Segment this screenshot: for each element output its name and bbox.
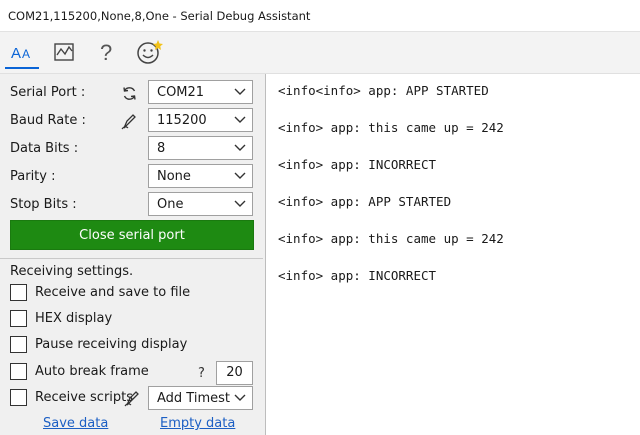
chevron-down-icon [234, 394, 246, 401]
save-to-file-option: Receive and save to file [10, 283, 260, 305]
parity-row: Parity : None [0, 164, 263, 190]
pause-display-checkbox[interactable] [10, 336, 27, 353]
settings-panel: Serial Port : COM21 Baud Rate : 115200 D… [0, 74, 263, 435]
script-select[interactable]: Add Timest [148, 386, 253, 410]
chevron-down-icon [234, 116, 246, 123]
parity-select[interactable]: None [148, 164, 253, 188]
pen-icon[interactable] [124, 390, 141, 407]
auto-break-label: Auto break frame [35, 364, 149, 379]
output-line: <info> app: this came up = 242 [278, 231, 504, 246]
smiley-icon [137, 40, 163, 64]
output-line: <info> app: this came up = 242 [278, 120, 504, 135]
hex-display-checkbox[interactable] [10, 310, 27, 327]
svg-text:?: ? [100, 40, 112, 64]
baud-rate-value: 115200 [157, 113, 207, 128]
serial-port-select[interactable]: COM21 [148, 80, 253, 104]
break-frame-input[interactable]: 20 [216, 361, 253, 385]
hex-display-option: HEX display [10, 309, 260, 331]
auto-break-checkbox[interactable] [10, 363, 27, 380]
serial-port-row: Serial Port : COM21 [0, 80, 263, 106]
refresh-icon[interactable] [121, 85, 138, 102]
save-to-file-label: Receive and save to file [35, 285, 191, 300]
serial-port-value: COM21 [157, 85, 205, 100]
stop-bits-row: Stop Bits : One [0, 192, 263, 218]
font-tab[interactable]: A A [5, 35, 39, 69]
save-to-file-checkbox[interactable] [10, 284, 27, 301]
script-select-value: Add Timest [157, 391, 230, 406]
chevron-down-icon [234, 144, 246, 151]
stop-bits-select[interactable]: One [148, 192, 253, 216]
data-bits-select[interactable]: 8 [148, 136, 253, 160]
data-bits-value: 8 [157, 141, 166, 156]
pen-icon[interactable] [121, 113, 138, 130]
empty-data-link[interactable]: Empty data [160, 416, 235, 431]
pause-display-label: Pause receiving display [35, 337, 188, 352]
save-data-link[interactable]: Save data [43, 416, 108, 431]
window-title: COM21,115200,None,8,One - Serial Debug A… [8, 9, 311, 23]
help-tab[interactable]: ? [90, 35, 124, 69]
baud-rate-select[interactable]: 115200 [148, 108, 253, 132]
toolbar: A A ? [0, 32, 640, 74]
serial-port-label: Serial Port : [10, 85, 86, 100]
hex-display-label: HEX display [35, 311, 113, 326]
data-bits-row: Data Bits : 8 [0, 136, 263, 162]
chevron-down-icon [234, 200, 246, 207]
svg-text:A: A [22, 47, 30, 61]
chart-tab[interactable] [47, 35, 81, 69]
receive-scripts-checkbox[interactable] [10, 389, 27, 406]
chevron-down-icon [234, 172, 246, 179]
smiley-tab[interactable] [133, 35, 167, 69]
baud-rate-row: Baud Rate : 115200 [0, 108, 263, 134]
stop-bits-label: Stop Bits : [10, 197, 77, 212]
chart-icon [54, 43, 74, 61]
font-icon: A A [11, 45, 30, 62]
parity-value: None [157, 169, 191, 184]
title-bar: COM21,115200,None,8,One - Serial Debug A… [0, 0, 640, 32]
close-serial-port-button[interactable]: Close serial port [10, 220, 254, 250]
pause-display-option: Pause receiving display [10, 335, 260, 357]
receiving-settings-label: Receiving settings. [10, 264, 134, 279]
svg-text:A: A [11, 45, 21, 62]
divider [0, 258, 263, 259]
parity-label: Parity : [10, 169, 56, 184]
output-line: <info> app: APP STARTED [278, 194, 452, 209]
output-line: <info<info> app: APP STARTED [278, 83, 489, 98]
help-mark[interactable]: ? [198, 366, 205, 381]
output-line: <info> app: INCORRECT [278, 157, 437, 172]
help-icon: ? [100, 40, 112, 64]
stop-bits-value: One [157, 197, 184, 212]
receive-output-area[interactable]: <info<info> app: APP STARTED <info> app:… [265, 74, 640, 435]
data-bits-label: Data Bits : [10, 141, 79, 156]
chevron-down-icon [234, 88, 246, 95]
output-line: <info> app: INCORRECT [278, 268, 437, 283]
receive-scripts-label: Receive scripts [35, 390, 134, 405]
baud-rate-label: Baud Rate : [10, 113, 86, 128]
